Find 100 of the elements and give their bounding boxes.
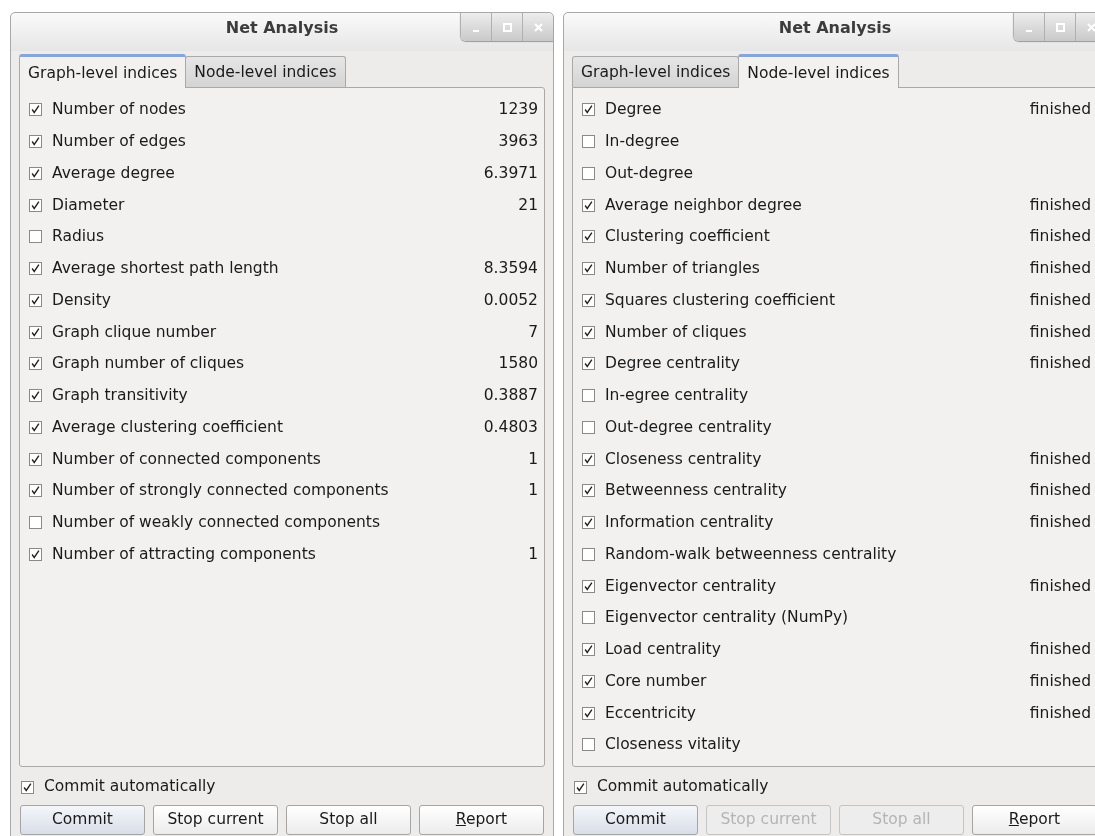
checkbox[interactable] [582,325,595,339]
index-label: Density [52,289,111,311]
index-label: Closeness vitality [605,734,741,756]
index-value: finished [1029,353,1091,375]
checkbox[interactable] [29,389,42,403]
checkbox[interactable] [29,516,42,530]
index-label: Core number [605,670,707,692]
tab[interactable]: Graph-level indices [572,56,740,87]
checkbox[interactable] [582,262,595,276]
close-icon [533,22,543,32]
close-icon [1086,22,1095,32]
checkbox[interactable] [582,357,595,371]
checkbox[interactable] [582,547,595,561]
index-label: Number of triangles [605,258,760,279]
index-value: finished [1029,258,1091,279]
checkbox[interactable] [582,389,595,403]
index-label: Closeness centrality [605,448,762,470]
checkbox[interactable] [582,452,595,466]
index-label: Radius [52,226,104,248]
checkbox[interactable] [582,579,595,593]
push-button[interactable]: Commit [573,805,698,835]
index-value: finished [1029,194,1091,216]
tab[interactable]: Node-level indices [185,56,346,87]
index-label: Average clustering coefficient [52,416,283,438]
index-value: 1 [528,448,538,470]
index-label: Betweenness centrality [605,480,787,502]
index-label: Average degree [52,162,175,184]
push-button[interactable]: Commit [20,805,145,835]
index-value: 6.3971 [483,162,538,184]
index-value: 0.4803 [483,416,538,438]
index-label: Out-degree centrality [605,416,772,438]
tab[interactable]: Node-level indices [738,54,899,88]
index-value: 1580 [498,353,538,375]
index-label: Load centrality [605,639,721,660]
index-label: Graph number of cliques [52,353,245,375]
tab[interactable]: Graph-level indices [19,54,187,88]
checkbox[interactable] [29,452,42,466]
checkbox[interactable] [582,420,595,434]
checkbox[interactable] [582,166,595,180]
maximize-icon [502,22,512,32]
checkbox[interactable] [582,198,595,212]
checkbox[interactable] [29,325,42,339]
index-value: finished [1029,99,1091,121]
checkbox[interactable] [29,547,42,561]
index-label: Out-degree [605,162,693,184]
index-value: finished [1029,575,1091,597]
index-label: Number of nodes [52,99,186,121]
index-label: Information centrality [605,512,774,533]
index-value: finished [1029,448,1091,470]
index-label: Average shortest path length [52,258,279,279]
checkbox[interactable] [582,484,595,498]
checkbox[interactable] [29,293,42,307]
checkbox[interactable] [582,706,595,720]
checkbox[interactable] [582,643,595,657]
checkbox[interactable] [582,230,595,244]
push-button[interactable]: Report [972,805,1095,835]
index-label: In-egree centrality [605,385,749,406]
checkbox[interactable] [29,262,42,276]
index-value: finished [1029,226,1091,248]
index-label: Number of cliques [605,321,747,343]
checkbox[interactable] [582,611,595,625]
index-value: finished [1029,702,1091,724]
index-label: Number of weakly connected components [52,512,380,533]
index-label: Graph clique number [52,321,217,343]
checkbox[interactable] [582,135,595,149]
index-value: 0.0052 [483,289,538,311]
index-label: Degree centrality [605,353,741,375]
checkbox[interactable] [29,357,42,371]
maximize-icon [1055,22,1065,32]
checkbox[interactable] [582,674,595,688]
checkbox[interactable] [29,420,42,434]
index-label: Random-walk betweenness centrality [605,543,897,565]
checkbox[interactable] [29,484,42,498]
checkbox[interactable] [582,103,595,117]
index-value: finished [1029,321,1091,343]
checkbox[interactable] [582,293,595,307]
push-button[interactable]: Report [419,805,544,835]
index-value: 21 [518,194,538,216]
window-title: Net Analysis [778,17,892,39]
index-label: Average neighbor degree [605,194,802,216]
checkbox[interactable] [29,230,42,244]
checkbox[interactable] [29,103,42,117]
index-value: finished [1029,639,1091,660]
checkbox[interactable] [574,780,587,794]
index-value: finished [1029,670,1091,692]
checkbox[interactable] [21,780,34,794]
push-button[interactable]: Stop current [153,805,278,835]
index-label: Number of edges [52,131,186,152]
minimize-icon [1026,29,1032,32]
checkbox[interactable] [582,738,595,752]
checkbox[interactable] [29,135,42,149]
checkbox[interactable] [582,516,595,530]
checkbox[interactable] [29,166,42,180]
push-button[interactable]: Stop all [286,805,411,835]
checkbox-label: Commit automatically [597,776,769,798]
index-label: Number of attracting components [52,543,316,565]
index-label: Eccentricity [605,702,697,724]
index-value: 1 [528,543,538,565]
checkbox[interactable] [29,198,42,212]
window-title: Net Analysis [225,17,339,39]
